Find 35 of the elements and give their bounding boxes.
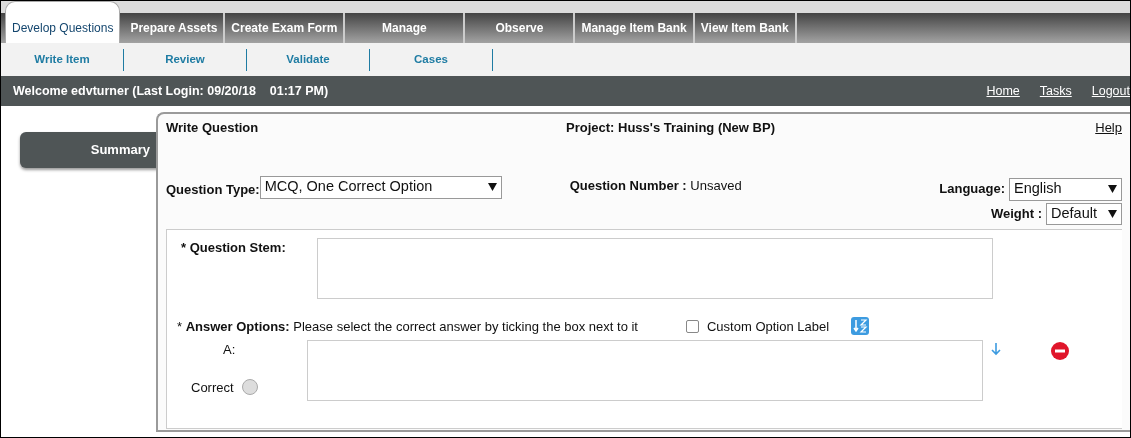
checkbox[interactable] [686,319,699,333]
radio-button[interactable] [241,379,258,396]
sub-tab[interactable]: Validate [247,48,370,71]
nav-tab[interactable]: Develop Questions [5,1,121,43]
question-type-dropdown[interactable]: MCQ, One Correct Option [259,175,502,199]
question-stem-label: * Question Stem: [181,238,287,257]
panel-title: Write Question [166,119,260,137]
correct-label: Correct [191,378,234,397]
down-arrow-icon[interactable] [991,342,1001,356]
sub-tab[interactable]: Write Item [1,48,124,71]
question-stem-field[interactable] [317,237,993,299]
question-number-value: Unsaved [690,177,742,193]
caret-icon [1108,185,1117,193]
welcome-text: Welcome edvturner (Last Login: 09/20/18 01:17 PM) [13,82,330,100]
option-letter: A: [223,341,237,359]
nav-link[interactable]: Home [986,81,1020,101]
sort-icon[interactable] [851,317,870,336]
custom-option-label: Custom Option Label [707,317,830,336]
caret-icon [1108,209,1117,218]
caret-icon [487,183,497,191]
nav-link[interactable]: Logout [1091,81,1130,101]
weight-label: Weight : [990,204,1042,223]
answer-options-label: *Answer Options: Please select the correct answer by ticking the box next to it [177,317,638,336]
answer-option-field[interactable] [307,340,983,401]
weight-dropdown[interactable]: Default [1046,202,1122,225]
language-dropdown[interactable]: English [1009,177,1122,201]
help-link[interactable]: Help [1095,118,1122,138]
question-type-label: Question Type: [166,180,260,199]
remove-icon[interactable] [1051,342,1069,360]
question-number-label: Question Number : [569,177,687,193]
sub-tab[interactable]: Review [124,48,247,71]
sub-tab[interactable]: Cases [370,48,493,71]
nav-link[interactable]: Tasks [1039,81,1072,101]
project-title: Project: Huss's Training (New BP) [566,119,776,137]
language-label: Language: [939,180,1005,199]
